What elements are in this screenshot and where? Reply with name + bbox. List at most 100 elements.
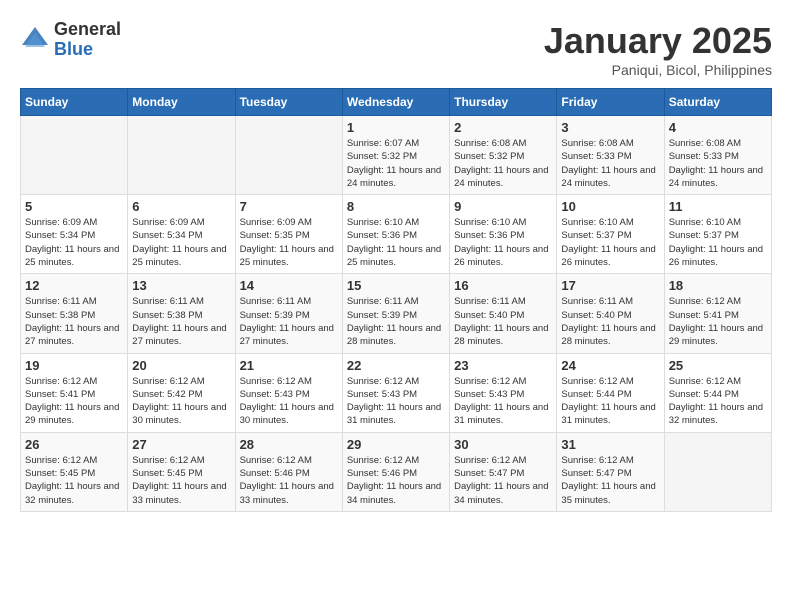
day-info: Sunrise: 6:12 AMSunset: 5:41 PMDaylight:… [25, 375, 123, 428]
sunrise-text: Sunrise: 6:09 AM [25, 216, 123, 229]
day-number: 17 [561, 278, 659, 293]
day-info: Sunrise: 6:11 AMSunset: 5:38 PMDaylight:… [25, 295, 123, 348]
sunrise-text: Sunrise: 6:10 AM [454, 216, 552, 229]
daylight-text: Daylight: 11 hours and 25 minutes. [240, 243, 338, 270]
daylight-text: Daylight: 11 hours and 34 minutes. [347, 480, 445, 507]
day-info: Sunrise: 6:09 AMSunset: 5:34 PMDaylight:… [132, 216, 230, 269]
calendar-day-cell: 26Sunrise: 6:12 AMSunset: 5:45 PMDayligh… [21, 432, 128, 511]
sunrise-text: Sunrise: 6:07 AM [347, 137, 445, 150]
calendar-day-cell: 3Sunrise: 6:08 AMSunset: 5:33 PMDaylight… [557, 116, 664, 195]
sunrise-text: Sunrise: 6:12 AM [454, 454, 552, 467]
sunrise-text: Sunrise: 6:09 AM [132, 216, 230, 229]
day-info: Sunrise: 6:11 AMSunset: 5:40 PMDaylight:… [561, 295, 659, 348]
day-info: Sunrise: 6:11 AMSunset: 5:38 PMDaylight:… [132, 295, 230, 348]
day-number: 23 [454, 358, 552, 373]
daylight-text: Daylight: 11 hours and 31 minutes. [347, 401, 445, 428]
sunset-text: Sunset: 5:44 PM [561, 388, 659, 401]
sunset-text: Sunset: 5:32 PM [347, 150, 445, 163]
sunrise-text: Sunrise: 6:10 AM [669, 216, 767, 229]
sunrise-text: Sunrise: 6:10 AM [347, 216, 445, 229]
sunset-text: Sunset: 5:43 PM [240, 388, 338, 401]
logo-blue-text: Blue [54, 40, 121, 60]
day-info: Sunrise: 6:12 AMSunset: 5:46 PMDaylight:… [240, 454, 338, 507]
sunrise-text: Sunrise: 6:12 AM [347, 375, 445, 388]
day-number: 21 [240, 358, 338, 373]
day-info: Sunrise: 6:08 AMSunset: 5:33 PMDaylight:… [669, 137, 767, 190]
sunrise-text: Sunrise: 6:08 AM [561, 137, 659, 150]
sunset-text: Sunset: 5:41 PM [669, 309, 767, 322]
calendar-day-cell: 5Sunrise: 6:09 AMSunset: 5:34 PMDaylight… [21, 195, 128, 274]
calendar-day-cell: 13Sunrise: 6:11 AMSunset: 5:38 PMDayligh… [128, 274, 235, 353]
sunrise-text: Sunrise: 6:12 AM [561, 454, 659, 467]
sunset-text: Sunset: 5:38 PM [132, 309, 230, 322]
day-info: Sunrise: 6:08 AMSunset: 5:32 PMDaylight:… [454, 137, 552, 190]
sunset-text: Sunset: 5:40 PM [454, 309, 552, 322]
day-number: 12 [25, 278, 123, 293]
day-number: 11 [669, 199, 767, 214]
daylight-text: Daylight: 11 hours and 28 minutes. [347, 322, 445, 349]
calendar-week-row: 1Sunrise: 6:07 AMSunset: 5:32 PMDaylight… [21, 116, 772, 195]
day-number: 3 [561, 120, 659, 135]
day-info: Sunrise: 6:12 AMSunset: 5:43 PMDaylight:… [347, 375, 445, 428]
sunset-text: Sunset: 5:39 PM [347, 309, 445, 322]
day-number: 10 [561, 199, 659, 214]
calendar-day-cell: 16Sunrise: 6:11 AMSunset: 5:40 PMDayligh… [450, 274, 557, 353]
daylight-text: Daylight: 11 hours and 31 minutes. [561, 401, 659, 428]
weekday-header: Friday [557, 89, 664, 116]
weekday-header: Sunday [21, 89, 128, 116]
logo-text: General Blue [54, 20, 121, 60]
sunrise-text: Sunrise: 6:12 AM [240, 375, 338, 388]
sunrise-text: Sunrise: 6:11 AM [347, 295, 445, 308]
calendar-day-cell [664, 432, 771, 511]
calendar-day-cell [235, 116, 342, 195]
calendar-day-cell: 31Sunrise: 6:12 AMSunset: 5:47 PMDayligh… [557, 432, 664, 511]
calendar-day-cell: 9Sunrise: 6:10 AMSunset: 5:36 PMDaylight… [450, 195, 557, 274]
day-number: 27 [132, 437, 230, 452]
sunrise-text: Sunrise: 6:12 AM [240, 454, 338, 467]
sunset-text: Sunset: 5:36 PM [454, 229, 552, 242]
sunset-text: Sunset: 5:39 PM [240, 309, 338, 322]
calendar-day-cell: 23Sunrise: 6:12 AMSunset: 5:43 PMDayligh… [450, 353, 557, 432]
calendar-day-cell: 14Sunrise: 6:11 AMSunset: 5:39 PMDayligh… [235, 274, 342, 353]
day-number: 18 [669, 278, 767, 293]
daylight-text: Daylight: 11 hours and 25 minutes. [132, 243, 230, 270]
day-info: Sunrise: 6:12 AMSunset: 5:45 PMDaylight:… [25, 454, 123, 507]
calendar-day-cell: 29Sunrise: 6:12 AMSunset: 5:46 PMDayligh… [342, 432, 449, 511]
calendar-day-cell: 2Sunrise: 6:08 AMSunset: 5:32 PMDaylight… [450, 116, 557, 195]
daylight-text: Daylight: 11 hours and 24 minutes. [561, 164, 659, 191]
day-number: 28 [240, 437, 338, 452]
sunset-text: Sunset: 5:45 PM [132, 467, 230, 480]
daylight-text: Daylight: 11 hours and 29 minutes. [25, 401, 123, 428]
day-info: Sunrise: 6:11 AMSunset: 5:39 PMDaylight:… [347, 295, 445, 348]
sunrise-text: Sunrise: 6:12 AM [669, 375, 767, 388]
daylight-text: Daylight: 11 hours and 27 minutes. [25, 322, 123, 349]
daylight-text: Daylight: 11 hours and 33 minutes. [132, 480, 230, 507]
daylight-text: Daylight: 11 hours and 35 minutes. [561, 480, 659, 507]
day-number: 29 [347, 437, 445, 452]
sunset-text: Sunset: 5:42 PM [132, 388, 230, 401]
daylight-text: Daylight: 11 hours and 32 minutes. [25, 480, 123, 507]
calendar-day-cell: 8Sunrise: 6:10 AMSunset: 5:36 PMDaylight… [342, 195, 449, 274]
month-title: January 2025 [544, 20, 772, 62]
sunset-text: Sunset: 5:40 PM [561, 309, 659, 322]
weekday-header: Wednesday [342, 89, 449, 116]
sunrise-text: Sunrise: 6:12 AM [669, 295, 767, 308]
day-info: Sunrise: 6:10 AMSunset: 5:36 PMDaylight:… [347, 216, 445, 269]
sunset-text: Sunset: 5:33 PM [669, 150, 767, 163]
day-info: Sunrise: 6:12 AMSunset: 5:47 PMDaylight:… [454, 454, 552, 507]
day-info: Sunrise: 6:12 AMSunset: 5:41 PMDaylight:… [669, 295, 767, 348]
daylight-text: Daylight: 11 hours and 26 minutes. [454, 243, 552, 270]
title-block: January 2025 Paniqui, Bicol, Philippines [544, 20, 772, 78]
day-info: Sunrise: 6:12 AMSunset: 5:47 PMDaylight:… [561, 454, 659, 507]
calendar-week-row: 26Sunrise: 6:12 AMSunset: 5:45 PMDayligh… [21, 432, 772, 511]
sunrise-text: Sunrise: 6:11 AM [132, 295, 230, 308]
day-number: 4 [669, 120, 767, 135]
day-info: Sunrise: 6:12 AMSunset: 5:44 PMDaylight:… [669, 375, 767, 428]
weekday-header: Saturday [664, 89, 771, 116]
page-header: General Blue January 2025 Paniqui, Bicol… [20, 20, 772, 78]
daylight-text: Daylight: 11 hours and 30 minutes. [132, 401, 230, 428]
location: Paniqui, Bicol, Philippines [544, 62, 772, 78]
daylight-text: Daylight: 11 hours and 28 minutes. [561, 322, 659, 349]
day-number: 30 [454, 437, 552, 452]
calendar-day-cell: 27Sunrise: 6:12 AMSunset: 5:45 PMDayligh… [128, 432, 235, 511]
